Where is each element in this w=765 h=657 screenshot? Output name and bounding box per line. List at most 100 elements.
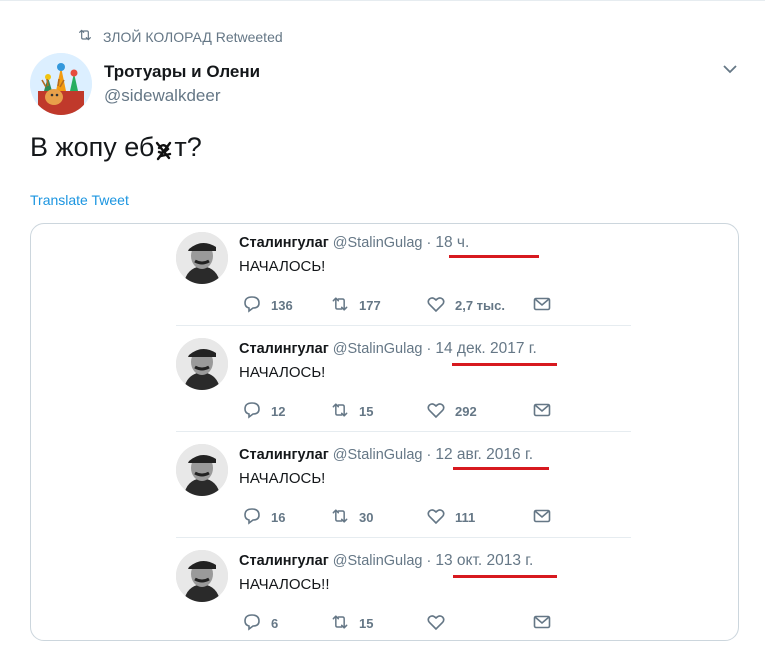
retweet-label: ЗЛОЙ КОЛОРАД Retweeted <box>103 28 283 45</box>
retweet-action[interactable]: 15 <box>330 400 373 423</box>
red-underline <box>452 363 557 366</box>
envelope-icon <box>532 294 552 317</box>
red-underline <box>453 467 549 470</box>
like-count: 111 <box>455 510 476 525</box>
separator-dot: · <box>426 235 432 251</box>
like-action[interactable]: 292 <box>426 400 477 423</box>
tweet-text: В жопу еб т? <box>30 132 202 163</box>
quoted-tweet[interactable]: Сталингулаг @StalinGulag · 18 ч. НАЧАЛОС… <box>176 224 631 330</box>
stalin-avatar[interactable] <box>176 338 228 390</box>
quoted-tweet[interactable]: Сталингулаг @StalinGulag · 14 дек. 2017 … <box>176 330 631 436</box>
reply-icon <box>242 294 262 317</box>
quoted-tweet[interactable]: Сталингулаг @StalinGulag · 13 окт. 2013 … <box>176 542 631 640</box>
like-count: 2,7 тыс. <box>455 298 505 313</box>
retweet-count: 30 <box>359 510 374 525</box>
red-underline <box>449 255 539 258</box>
reply-count: 16 <box>271 510 286 525</box>
like-action[interactable]: 2,7 тыс. <box>426 294 505 317</box>
reply-icon <box>242 612 262 635</box>
reply-icon <box>242 506 262 529</box>
tweet-text-part2: т? <box>174 132 202 162</box>
message-action[interactable] <box>532 294 552 317</box>
envelope-icon <box>532 506 552 529</box>
author-handle[interactable]: @sidewalkdeer <box>104 86 220 106</box>
stalin-avatar[interactable] <box>176 232 228 284</box>
message-action[interactable] <box>532 506 552 529</box>
retweet-count: 15 <box>359 404 374 419</box>
quoted-timestamp[interactable]: 12 авг. 2016 г. <box>435 446 533 463</box>
quoted-author-handle[interactable]: @StalinGulag <box>333 235 423 251</box>
quoted-author-name[interactable]: Сталингулаг <box>239 447 329 463</box>
quoted-author-name[interactable]: Сталингулаг <box>239 553 329 569</box>
retweet-count: 177 <box>359 298 381 313</box>
retweet-icon <box>330 612 350 635</box>
author-name[interactable]: Тротуары и Олени <box>104 62 260 82</box>
reply-action[interactable]: 6 <box>242 612 278 635</box>
quoted-actions: 12 15 292 <box>242 400 562 420</box>
translate-tweet-link[interactable]: Translate Tweet <box>30 192 129 208</box>
quoted-actions: 136 177 2,7 тыс. <box>242 294 562 314</box>
reply-icon <box>242 400 262 423</box>
divider <box>176 325 631 326</box>
reply-action[interactable]: 12 <box>242 400 285 423</box>
retweet-count: 15 <box>359 616 374 631</box>
red-underline <box>453 575 557 578</box>
separator-dot: · <box>426 341 432 357</box>
quoted-actions: 6 15 <box>242 612 562 632</box>
quoted-tweet-text: НАЧАЛОСЬ! <box>239 364 326 381</box>
reply-action[interactable]: 16 <box>242 506 285 529</box>
quoted-tweet-text: НАЧАЛОСЬ!! <box>239 576 330 593</box>
quoted-tweet-header: Сталингулаг @StalinGulag · 18 ч. <box>239 234 469 252</box>
stalin-avatar[interactable] <box>176 444 228 496</box>
stalin-avatar[interactable] <box>176 550 228 602</box>
heart-icon <box>426 506 446 529</box>
reply-action[interactable]: 136 <box>242 294 293 317</box>
retweet-icon <box>330 294 350 317</box>
retweet-action[interactable]: 177 <box>330 294 381 317</box>
quoted-author-handle[interactable]: @StalinGulag <box>333 553 423 569</box>
like-action[interactable]: 111 <box>426 506 475 529</box>
retweet-action[interactable]: 15 <box>330 612 373 635</box>
chevron-down-icon[interactable] <box>720 61 740 77</box>
quoted-author-handle[interactable]: @StalinGulag <box>333 447 423 463</box>
quoted-author-name[interactable]: Сталингулаг <box>239 341 329 357</box>
quoted-tweet[interactable]: Сталингулаг @StalinGulag · 12 авг. 2016 … <box>176 436 631 542</box>
quoted-timestamp[interactable]: 14 дек. 2017 г. <box>435 340 536 357</box>
retweet-icon <box>77 27 93 46</box>
quoted-tweet-text: НАЧАЛОСЬ! <box>239 470 326 487</box>
separator-dot: · <box>426 553 432 569</box>
like-action[interactable] <box>426 612 455 635</box>
message-action[interactable] <box>532 400 552 423</box>
quoted-timestamp[interactable]: 18 ч. <box>435 234 469 251</box>
envelope-icon <box>532 612 552 635</box>
tweet-container: ЗЛОЙ КОЛОРАД Retweeted Тротуары и Олени … <box>0 0 765 657</box>
quoted-actions: 16 30 111 <box>242 506 562 526</box>
envelope-icon <box>532 400 552 423</box>
divider <box>176 431 631 432</box>
quoted-tweet-header: Сталингулаг @StalinGulag · 14 дек. 2017 … <box>239 340 537 358</box>
retweet-action[interactable]: 30 <box>330 506 373 529</box>
heart-icon <box>426 612 446 635</box>
quoted-timestamp[interactable]: 13 окт. 2013 г. <box>435 552 533 569</box>
embedded-image-card[interactable]: Сталингулаг @StalinGulag · 18 ч. НАЧАЛОС… <box>30 223 739 641</box>
retweet-icon <box>330 400 350 423</box>
quoted-tweet-text: НАЧАЛОСЬ! <box>239 258 326 275</box>
quoted-tweet-header: Сталингулаг @StalinGulag · 12 авг. 2016 … <box>239 446 533 464</box>
reply-count: 136 <box>271 298 293 313</box>
scribble-icon <box>155 138 173 161</box>
quoted-author-name[interactable]: Сталингулаг <box>239 235 329 251</box>
author-avatar[interactable] <box>30 53 92 115</box>
retweet-icon <box>330 506 350 529</box>
quoted-tweet-header: Сталингулаг @StalinGulag · 13 окт. 2013 … <box>239 552 533 570</box>
reply-count: 12 <box>271 404 286 419</box>
message-action[interactable] <box>532 612 552 635</box>
separator-dot: · <box>426 447 432 463</box>
heart-icon <box>426 294 446 317</box>
tweet-text-part1: В жопу еб <box>30 132 155 162</box>
retweet-context[interactable]: ЗЛОЙ КОЛОРАД Retweeted <box>77 27 283 46</box>
quoted-author-handle[interactable]: @StalinGulag <box>333 341 423 357</box>
divider <box>176 537 631 538</box>
reply-count: 6 <box>271 616 279 631</box>
like-count: 292 <box>455 404 477 419</box>
heart-icon <box>426 400 446 423</box>
